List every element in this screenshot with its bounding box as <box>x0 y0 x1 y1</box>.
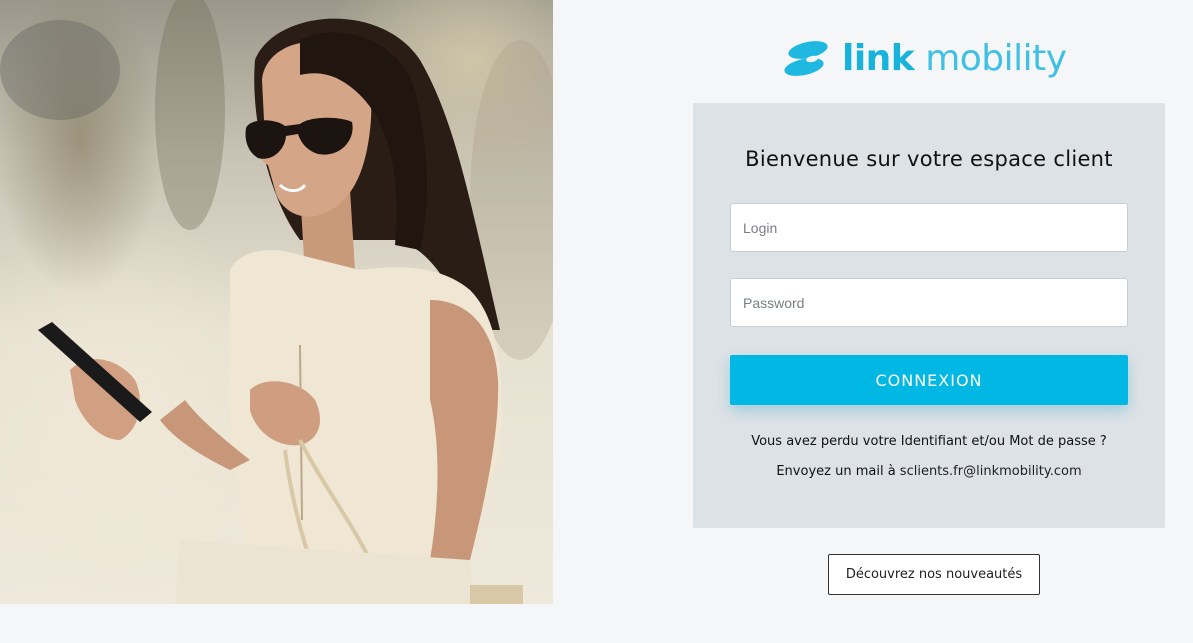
woman-with-phone-photo <box>0 0 553 604</box>
brand-wordmark: link mobility <box>842 41 1067 77</box>
support-mail-link[interactable]: sclients.fr@linkmobility.com <box>900 464 1082 479</box>
brand-wordmark-bold: link <box>842 38 915 79</box>
lost-credentials-text: Vous avez perdu votre Identifiant et/ou … <box>751 434 1107 449</box>
brand-wordmark-light: mobility <box>914 38 1067 79</box>
brand-logo: link mobility <box>778 34 1067 84</box>
login-title: Bienvenue sur votre espace client <box>745 147 1113 171</box>
support-mail-line: Envoyez un mail à sclients.fr@linkmobili… <box>693 464 1165 479</box>
hero-photo <box>0 0 553 604</box>
password-input[interactable] <box>730 278 1128 327</box>
discover-news-button[interactable]: Découvrez nos nouveautés <box>828 554 1040 595</box>
login-card: Bienvenue sur votre espace client CONNEX… <box>693 103 1165 528</box>
connexion-button[interactable]: CONNEXION <box>730 355 1128 405</box>
login-input[interactable] <box>730 203 1128 252</box>
link-mobility-logo-icon <box>784 41 828 76</box>
support-mail-prefix: Envoyez un mail à <box>776 464 900 479</box>
